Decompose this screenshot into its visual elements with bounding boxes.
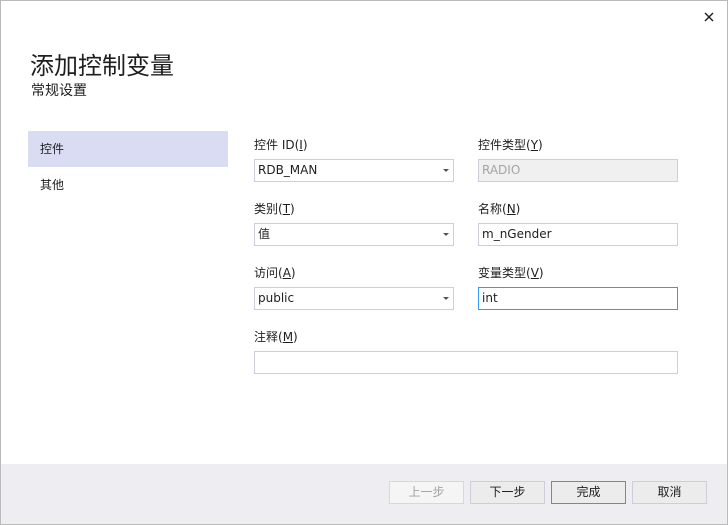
dialog-title: 添加控制变量 bbox=[30, 52, 174, 80]
variable-type-label: 变量类型(V) bbox=[478, 266, 544, 280]
control-type-label: 控件类型(Y) bbox=[478, 138, 543, 152]
control-id-combo[interactable]: RDB_MAN bbox=[254, 159, 454, 182]
comment-field[interactable] bbox=[254, 351, 678, 374]
dialog-subtitle: 常规设置 bbox=[31, 83, 87, 99]
close-icon bbox=[704, 12, 714, 22]
next-button[interactable]: 下一步 bbox=[470, 481, 545, 504]
previous-button[interactable]: 上一步 bbox=[389, 481, 464, 504]
nav-item-controls[interactable]: 控件 bbox=[28, 131, 228, 167]
category-combo[interactable]: 值 bbox=[254, 223, 454, 246]
chevron-down-icon bbox=[443, 233, 449, 236]
control-type-field: RADIO bbox=[478, 159, 678, 182]
name-label: 名称(N) bbox=[478, 202, 521, 216]
settings-nav: 控件 其他 bbox=[28, 131, 228, 203]
category-label: 类别(T) bbox=[254, 202, 295, 216]
category-value: 值 bbox=[258, 227, 271, 241]
access-combo[interactable]: public bbox=[254, 287, 454, 310]
finish-button[interactable]: 完成 bbox=[551, 481, 626, 504]
control-id-label: 控件 ID(I) bbox=[254, 138, 308, 152]
add-control-variable-dialog: 添加控制变量 常规设置 控件 其他 控件 ID(I) RDB_MAN 控件类型(… bbox=[0, 0, 728, 525]
control-id-value: RDB_MAN bbox=[258, 163, 318, 177]
access-value: public bbox=[258, 291, 295, 305]
comment-label: 注释(M) bbox=[254, 330, 298, 344]
variable-type-field[interactable]: int bbox=[478, 287, 678, 310]
chevron-down-icon bbox=[443, 297, 449, 300]
access-label: 访问(A) bbox=[254, 266, 296, 280]
chevron-down-icon bbox=[443, 169, 449, 172]
name-field[interactable]: m_nGender bbox=[478, 223, 678, 246]
cancel-button[interactable]: 取消 bbox=[632, 481, 707, 504]
close-button[interactable] bbox=[701, 9, 717, 25]
dialog-footer: 上一步 下一步 完成 取消 bbox=[1, 464, 727, 524]
nav-item-other[interactable]: 其他 bbox=[28, 167, 228, 203]
